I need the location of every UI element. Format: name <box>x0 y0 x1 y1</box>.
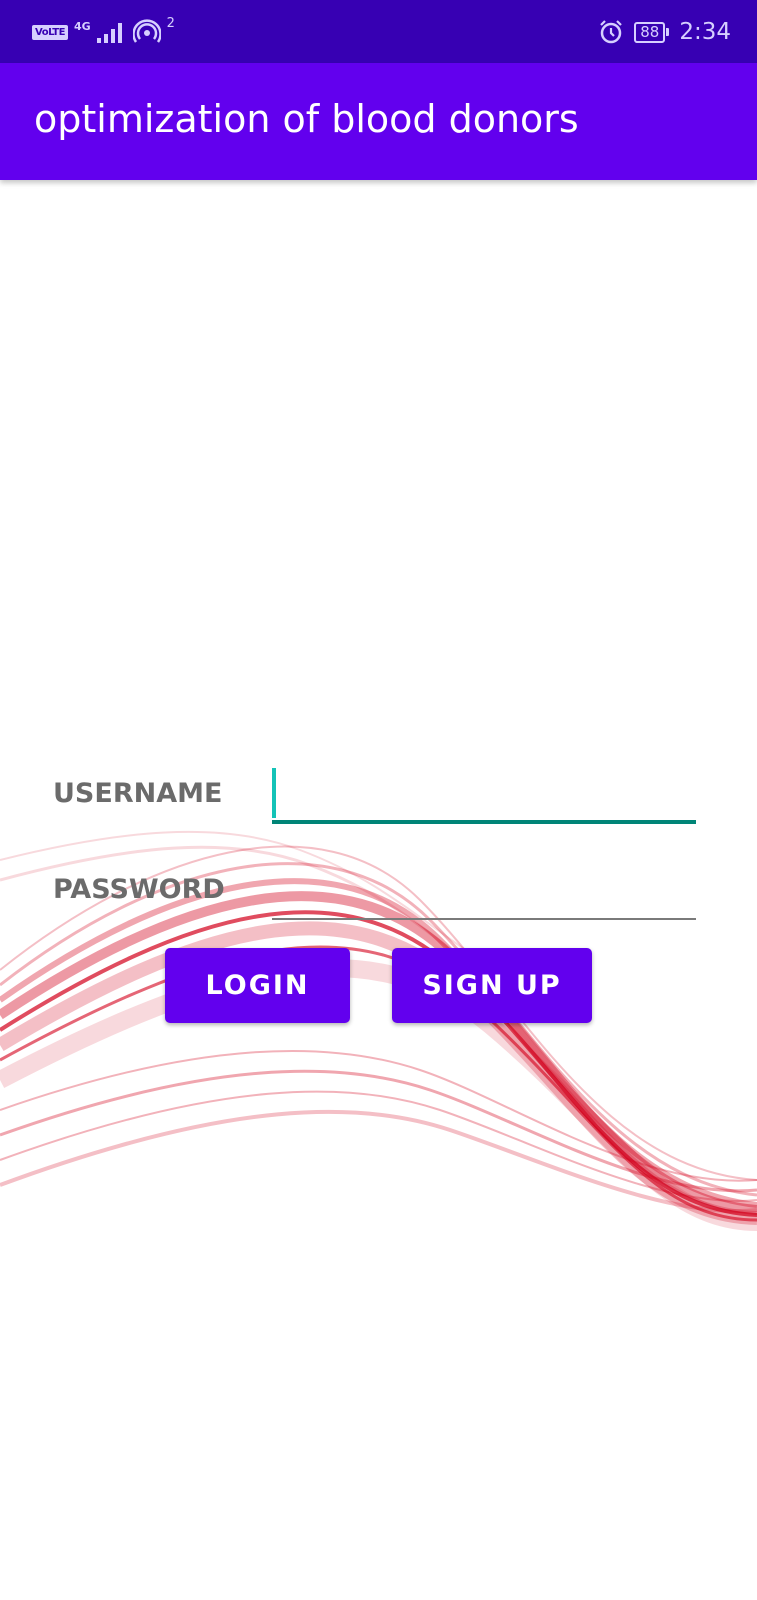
username-label: USERNAME <box>53 778 223 809</box>
username-input[interactable] <box>272 768 696 824</box>
network-type-label: 4G <box>73 19 91 33</box>
volte-icon: VoLTE <box>32 24 68 40</box>
password-underline <box>272 918 696 920</box>
signup-button[interactable]: SIGN UP <box>392 948 592 1023</box>
signal-icon <box>96 23 122 43</box>
password-input[interactable] <box>272 864 696 920</box>
app-title: optimization of blood donors <box>34 97 579 141</box>
login-button[interactable]: LOGIN <box>165 948 350 1023</box>
battery-level: 88 <box>634 21 666 43</box>
status-bar-left: VoLTE 4G 2 <box>32 14 175 50</box>
text-cursor <box>272 768 276 818</box>
username-underline <box>272 820 696 824</box>
status-bar: VoLTE 4G 2 88 2:34 <box>0 0 757 63</box>
password-label: PASSWORD <box>53 874 225 905</box>
password-field[interactable] <box>272 864 696 920</box>
username-field[interactable] <box>272 768 696 824</box>
battery-icon: 88 <box>634 21 670 43</box>
hotspot-icon <box>132 19 161 43</box>
status-bar-right: 88 2:34 <box>598 14 731 50</box>
app-bar: optimization of blood donors <box>0 63 757 180</box>
status-time: 2:34 <box>679 19 731 45</box>
hotspot-count: 2 <box>166 15 175 31</box>
alarm-icon <box>600 20 623 44</box>
